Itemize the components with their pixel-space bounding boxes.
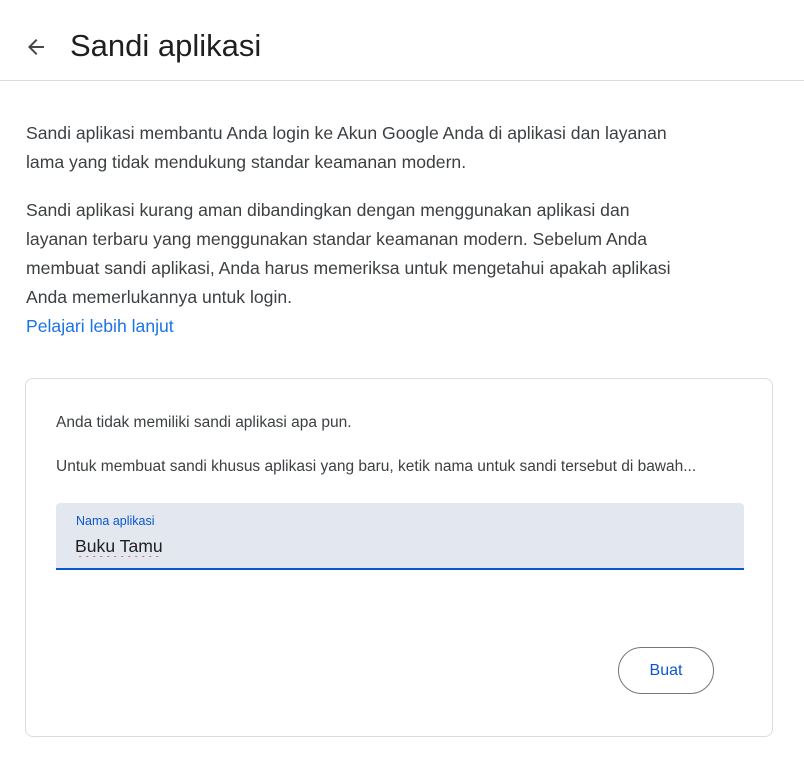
- app-name-input[interactable]: [75, 531, 715, 561]
- intro-paragraph-1: Sandi aplikasi membantu Anda login ke Ak…: [26, 123, 667, 172]
- app-name-label: Nama aplikasi: [76, 514, 155, 528]
- back-button[interactable]: [20, 31, 52, 63]
- page-title: Sandi aplikasi: [70, 28, 262, 63]
- empty-state-message: Anda tidak memiliki sandi aplikasi apa p…: [56, 414, 352, 431]
- create-instruction: Untuk membuat sandi khusus aplikasi yang…: [56, 458, 697, 475]
- intro-paragraph-2: Sandi aplikasi kurang aman dibandingkan …: [26, 196, 686, 341]
- learn-more-link[interactable]: Pelajari lebih lanjut: [26, 312, 686, 341]
- arrow-left-icon: [28, 39, 44, 55]
- intro-section: Sandi aplikasi membantu Anda login ke Ak…: [26, 119, 686, 341]
- intro-paragraph-2-text: Sandi aplikasi kurang aman dibandingkan …: [26, 200, 671, 307]
- page-header: Sandi aplikasi: [0, 0, 804, 81]
- create-button[interactable]: Buat: [618, 647, 714, 694]
- app-name-field[interactable]: Nama aplikasi: [56, 503, 744, 570]
- app-password-card: Anda tidak memiliki sandi aplikasi apa p…: [25, 378, 773, 737]
